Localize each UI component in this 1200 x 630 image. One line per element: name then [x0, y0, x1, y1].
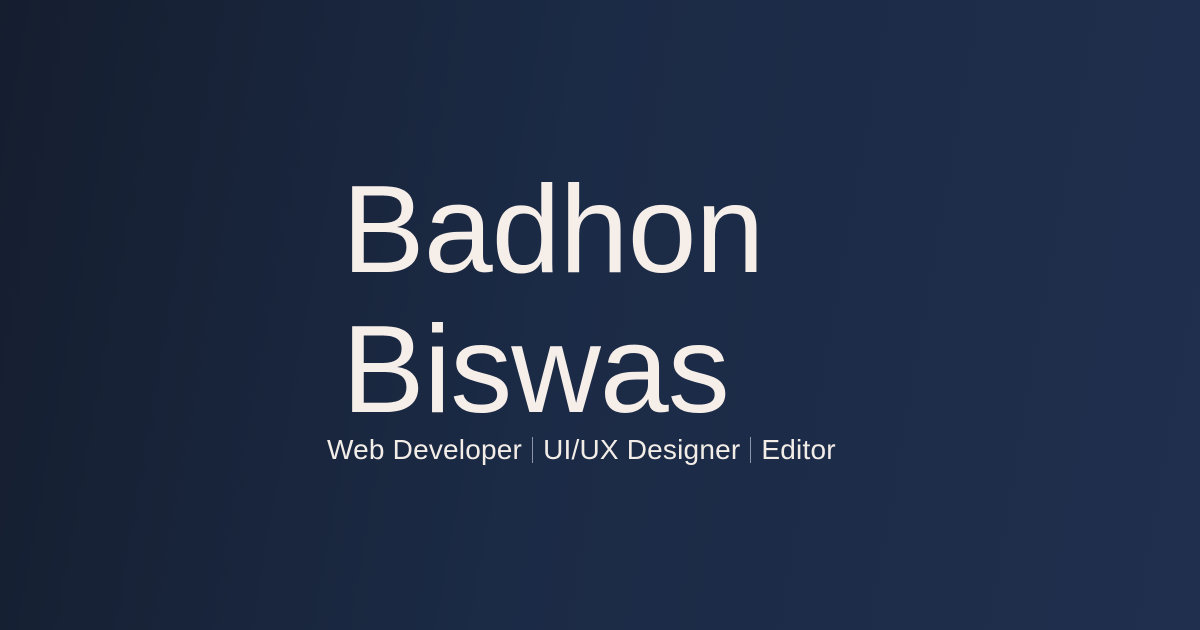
name-title: Badhon Biswas: [342, 160, 902, 440]
role-ui-ux-designer: UI/UX Designer: [543, 434, 741, 465]
profile-card: Badhon Biswas Web Developer UI/UX Design…: [0, 0, 1200, 630]
first-name: Badhon: [342, 161, 765, 299]
last-name: Biswas: [342, 301, 730, 439]
role-tagline: Web Developer UI/UX Designer Editor: [327, 430, 836, 470]
role-web-developer: Web Developer: [327, 434, 523, 465]
separator-2: [750, 437, 752, 463]
separator-1: [532, 437, 534, 463]
role-editor: Editor: [761, 434, 836, 465]
